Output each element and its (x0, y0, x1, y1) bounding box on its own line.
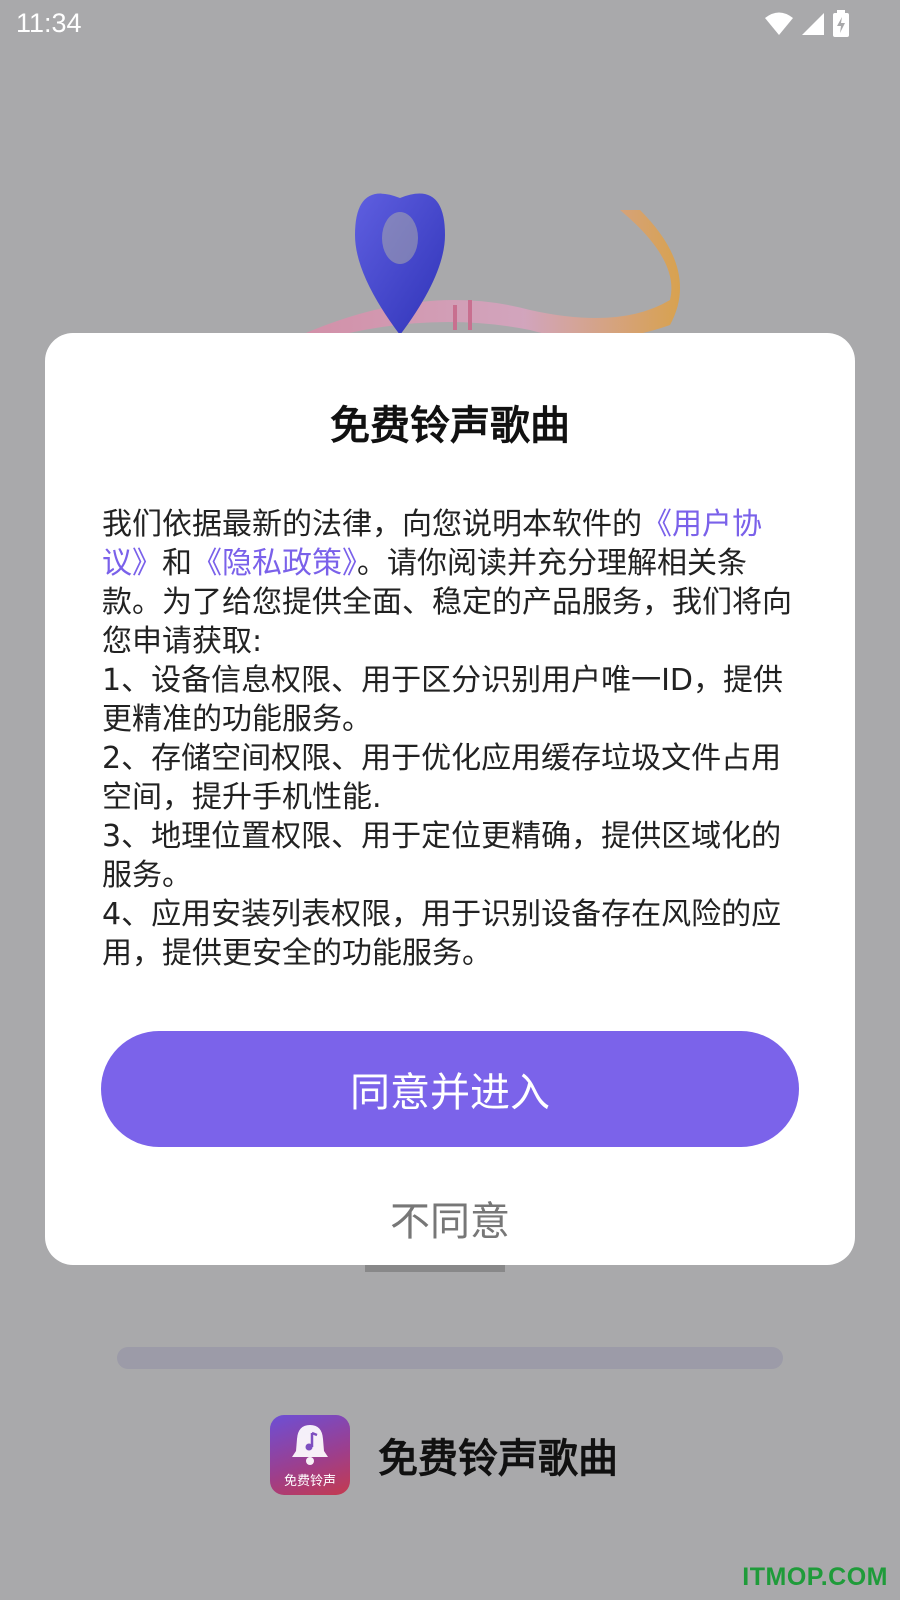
permission-item: 2、存储空间权限、用于优化应用缓存垃圾文件占用空间，提升手机性能. (102, 741, 782, 815)
wifi-icon (765, 12, 793, 35)
intro-text: 我们依据最新的法律，向您说明本软件的 (102, 507, 642, 542)
app-icon: 免费铃声 (270, 1415, 350, 1495)
permission-item: 3、地理位置权限、用于定位更精确，提供区域化的服务。 (102, 819, 782, 893)
app-icon-label: 免费铃声 (283, 1474, 336, 1489)
signal-icon (802, 13, 824, 35)
dialog-title: 免费铃声歌曲 (330, 403, 570, 449)
footer-brand: 免费铃声 免费铃声歌曲 (270, 1415, 618, 1495)
watermark: ITMOP.COM (742, 1563, 888, 1591)
disagree-button[interactable]: 不同意 (45, 1188, 855, 1248)
dialog-intro: 我们依据最新的法律，向您说明本软件的《用户协议》和《隐私政策》。请你阅读并充分理… (102, 505, 802, 661)
status-time: 11:34 (16, 8, 82, 38)
bell-music-icon (292, 1425, 328, 1465)
agree-button[interactable]: 同意并进入 (101, 1031, 799, 1147)
privacy-policy-link[interactable]: 《隐私政策》 (192, 546, 357, 581)
battery-icon (833, 10, 849, 37)
permission-item: 4、应用安装列表权限，用于识别设备存在风险的应用，提供更安全的功能服务。 (102, 897, 782, 971)
loading-progress-bar (117, 1347, 783, 1369)
permission-item: 1、设备信息权限、用于区分识别用户唯一ID，提供更精准的功能服务。 (102, 663, 784, 737)
privacy-dialog: 免费铃声歌曲 我们依据最新的法律，向您说明本软件的《用户协议》和《隐私政策》。请… (45, 333, 855, 1265)
and-text: 和 (162, 546, 192, 581)
dialog-body: 我们依据最新的法律，向您说明本软件的《用户协议》和《隐私政策》。请你阅读并充分理… (102, 505, 802, 973)
status-bar: 11:34 (0, 0, 900, 50)
status-icons (764, 10, 850, 38)
app-name: 免费铃声歌曲 (378, 1436, 618, 1482)
splash-illustration (290, 193, 680, 340)
